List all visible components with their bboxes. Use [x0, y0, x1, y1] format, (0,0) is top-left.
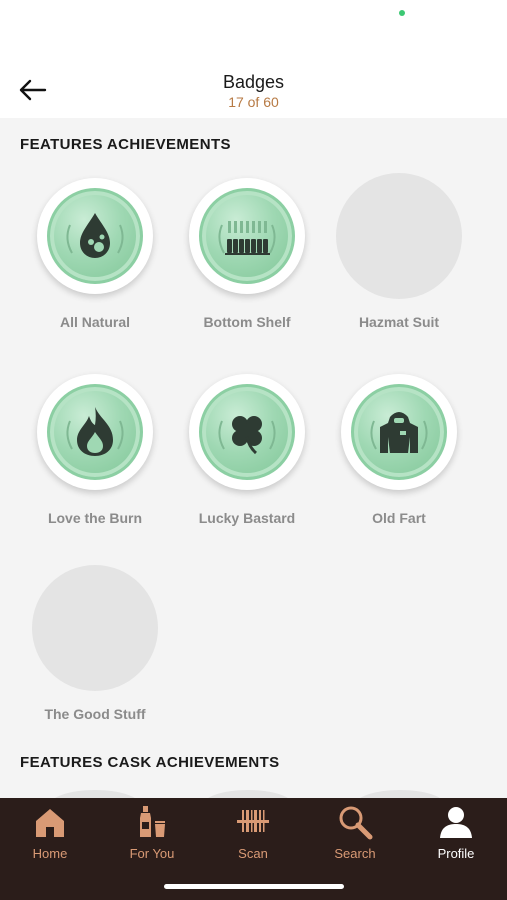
home-icon	[36, 809, 64, 837]
bottles-icon	[218, 221, 276, 255]
badge-medal	[37, 374, 153, 490]
badge-medal	[37, 178, 153, 294]
badge-medal	[189, 374, 305, 490]
tab-profile[interactable]: Profile	[411, 804, 501, 864]
badge-label: Old Fart	[372, 510, 426, 526]
badge-bottom-shelf[interactable]: Bottom Shelf	[171, 178, 323, 348]
section-title: FEATURES CASK ACHIEVEMENTS	[20, 754, 280, 771]
tab-label: For You	[129, 846, 175, 861]
status-bar	[0, 0, 507, 60]
hazmat-suit-icon	[370, 412, 428, 453]
badge-label: Lucky Bastard	[198, 510, 296, 526]
badge-the-good-stuff[interactable]: The Good Stuff	[19, 565, 171, 740]
badge-label: Hazmat Suit	[358, 314, 440, 330]
search-icon	[339, 806, 373, 840]
badge-love-the-burn[interactable]: Love the Burn	[19, 374, 171, 544]
tab-home[interactable]: Home	[5, 804, 95, 864]
tab-label: Search	[334, 846, 376, 861]
profile-icon	[440, 807, 472, 838]
tab-for-you[interactable]: For You	[107, 804, 197, 864]
clover-icon	[218, 416, 276, 455]
badge-locked-placeholder	[336, 173, 462, 299]
tab-label: Home	[32, 846, 68, 861]
badge-locked-placeholder	[203, 790, 293, 798]
badge-locked-placeholder	[32, 565, 158, 691]
badge-label: Bottom Shelf	[203, 314, 291, 330]
badge-medal	[341, 374, 457, 490]
badge-hazmat-suit[interactable]: Hazmat Suit	[323, 173, 475, 348]
badge-medal	[189, 178, 305, 294]
badge-label: Love the Burn	[47, 510, 143, 526]
bottle-glass-icon	[140, 806, 165, 837]
barcode-scan-icon	[237, 810, 269, 832]
water-drop-icon	[66, 213, 124, 258]
badge-locked-placeholder	[355, 790, 445, 798]
badges-scroll-area[interactable]: FEATURES ACHIEVEMENTS All Natural Bottom…	[0, 118, 507, 798]
badge-lucky-bastard[interactable]: Lucky Bastard	[171, 374, 323, 544]
badge-all-natural[interactable]: All Natural	[19, 178, 171, 348]
badge-count: 17 of 60	[228, 94, 279, 110]
flame-icon	[66, 407, 124, 456]
tab-label: Profile	[437, 846, 475, 861]
badge-locked-placeholder	[50, 790, 140, 798]
tab-scan[interactable]: Scan	[208, 804, 298, 864]
badge-label: All Natural	[59, 314, 130, 330]
badge-old-fart[interactable]: Old Fart	[323, 374, 475, 544]
home-indicator	[164, 884, 344, 889]
badge-label: The Good Stuff	[44, 706, 146, 722]
page-title: Badges	[222, 72, 285, 92]
status-indicator-dot	[399, 10, 405, 16]
section-title: FEATURES ACHIEVEMENTS	[20, 136, 231, 153]
bottom-tab-bar: Home For You Scan Search Profile	[0, 798, 507, 900]
tab-search[interactable]: Search	[310, 804, 400, 864]
header: Badges 17 of 60	[0, 60, 507, 118]
tab-label: Scan	[238, 846, 268, 861]
